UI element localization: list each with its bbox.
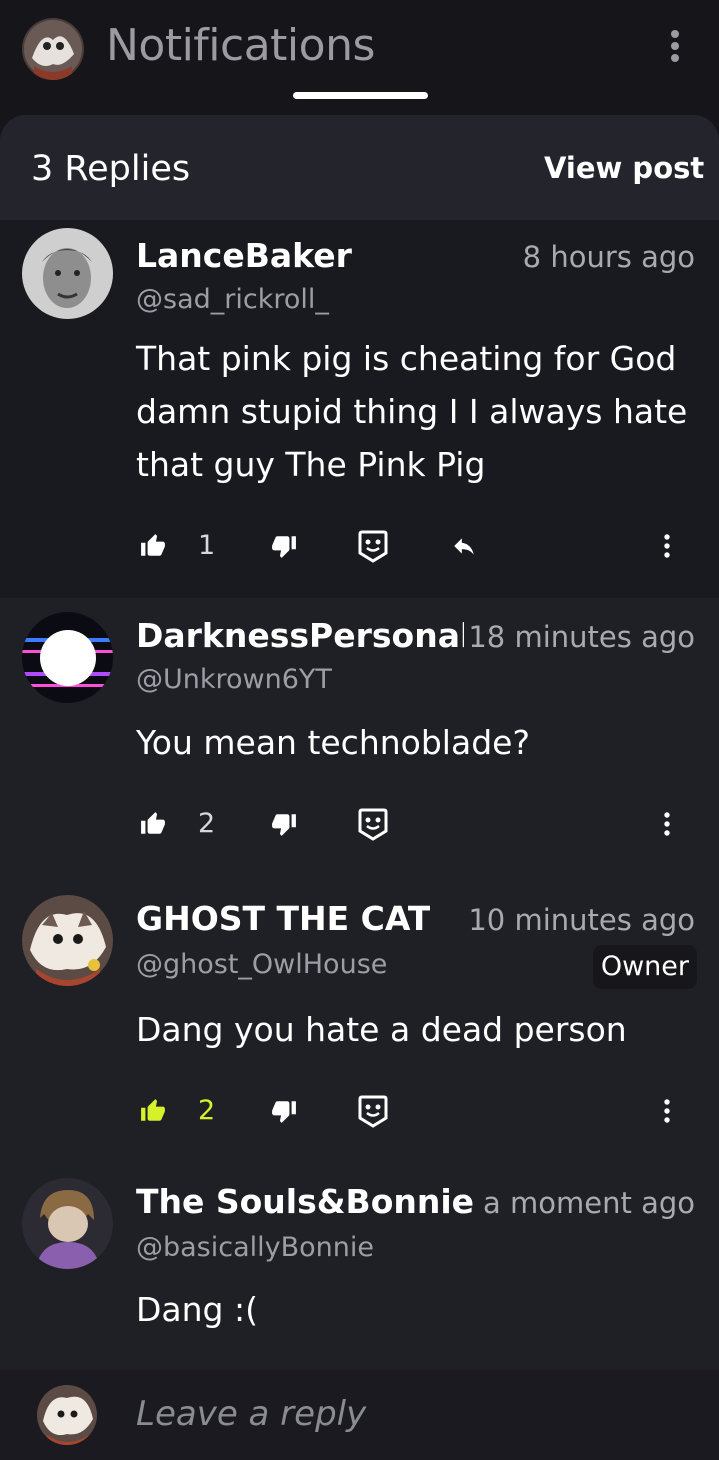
replies-sheet: 3 Replies View post LanceBaker 8 hours a… <box>0 115 719 1460</box>
top-app-bar: Notifications <box>0 0 719 116</box>
more-vertical-icon <box>664 812 670 836</box>
comment-time: 18 minutes ago <box>468 620 695 654</box>
comment-handle: @Unkrown6YT <box>136 664 332 695</box>
comment-time: 10 minutes ago <box>468 903 695 937</box>
like-button[interactable] <box>140 1091 166 1131</box>
comment-actions: 1 <box>0 526 719 566</box>
award-button[interactable] <box>358 526 388 566</box>
comment-author[interactable]: DarknessPersonalit <box>136 616 464 655</box>
comment-text: That pink pig is cheating for God damn s… <box>136 339 688 484</box>
avatar[interactable] <box>22 895 113 986</box>
my-avatar <box>37 1385 97 1445</box>
dislike-button[interactable] <box>271 804 297 844</box>
comment-author[interactable]: GHOST THE CAT <box>136 899 430 938</box>
comment-more-button[interactable] <box>661 1091 673 1131</box>
comment-author[interactable]: LanceBaker <box>136 236 352 275</box>
reply-arrow-icon <box>454 538 474 555</box>
comment-time: a moment ago <box>483 1186 695 1220</box>
like-button[interactable] <box>140 804 166 844</box>
comment-handle: @ghost_OwlHouse <box>136 949 388 980</box>
comment-actions: 2 <box>0 804 719 844</box>
award-button[interactable] <box>358 1091 388 1131</box>
more-vertical-icon[interactable] <box>663 28 687 68</box>
emoji-badge-icon <box>358 1095 388 1128</box>
thumbs-down-icon <box>272 814 296 836</box>
avatar[interactable] <box>22 228 113 319</box>
reply-input[interactable]: Leave a reply <box>136 1394 366 1434</box>
replies-count: 3 Replies <box>31 149 191 189</box>
thumbs-up-icon <box>141 812 165 834</box>
comment-item: GHOST THE CAT 10 minutes ago @ghost_OwlH… <box>0 883 719 1165</box>
like-count: 2 <box>198 1095 216 1126</box>
thumbs-up-icon <box>141 534 165 556</box>
comment-more-button[interactable] <box>661 526 673 566</box>
thumbs-up-icon <box>141 1099 165 1121</box>
comment-actions: 2 <box>0 1091 719 1131</box>
dislike-button[interactable] <box>271 526 297 566</box>
dislike-button[interactable] <box>271 1091 297 1131</box>
view-post-button[interactable]: View post <box>544 151 704 185</box>
thumbs-down-icon <box>272 536 296 558</box>
comment-item: DarknessPersonalit 18 minutes ago @Unkro… <box>0 598 719 883</box>
comment-time: 8 hours ago <box>522 240 695 274</box>
thumbs-down-icon <box>272 1101 296 1123</box>
emoji-badge-icon <box>358 530 388 563</box>
replies-header: 3 Replies View post <box>0 115 719 220</box>
page-title: Notifications <box>106 20 375 71</box>
comment-text: Dang :( <box>136 1290 258 1329</box>
more-vertical-icon <box>664 534 670 558</box>
comment-handle: @sad_rickroll_ <box>136 284 329 315</box>
avatar[interactable] <box>22 612 113 703</box>
comment-text: You mean technoblade? <box>136 723 530 762</box>
comment-item: LanceBaker 8 hours ago @sad_rickroll_ Th… <box>0 220 719 598</box>
like-button[interactable] <box>140 526 166 566</box>
comment-author[interactable]: The Souls&Bonnie <box>136 1182 474 1221</box>
owner-badge: Owner <box>592 945 697 989</box>
like-count: 1 <box>198 530 216 561</box>
like-count: 2 <box>198 808 216 839</box>
emoji-badge-icon <box>358 808 388 841</box>
tab-indicator <box>293 92 428 99</box>
profile-avatar[interactable] <box>22 18 84 80</box>
reply-button[interactable] <box>449 526 479 566</box>
reply-bar: Leave a reply <box>0 1370 719 1460</box>
comment-more-button[interactable] <box>661 804 673 844</box>
comment-text: Dang you hate a dead person <box>136 1010 627 1049</box>
award-button[interactable] <box>358 804 388 844</box>
comment-item: The Souls&Bonnie a moment ago @basically… <box>0 1165 719 1370</box>
comment-handle: @basicallyBonnie <box>136 1232 375 1263</box>
more-vertical-icon <box>664 1099 670 1123</box>
avatar[interactable] <box>22 1178 113 1269</box>
